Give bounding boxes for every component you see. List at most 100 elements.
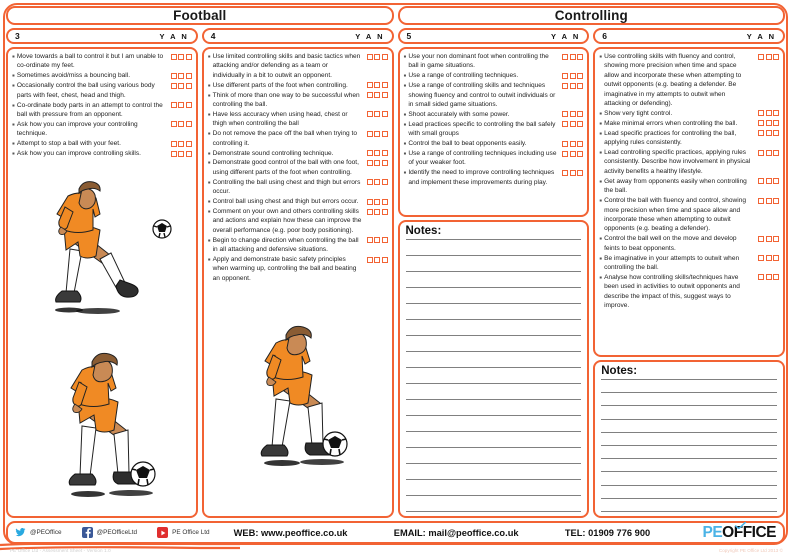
rating-checkboxes[interactable] xyxy=(364,197,388,205)
checkbox-y[interactable] xyxy=(562,111,569,118)
checkbox-y[interactable] xyxy=(366,198,373,205)
rating-checkboxes[interactable] xyxy=(364,81,388,89)
rating-checkboxes[interactable] xyxy=(559,71,584,79)
checkbox-a[interactable] xyxy=(374,208,380,215)
checkbox-n[interactable] xyxy=(773,53,779,60)
rating-checkboxes[interactable] xyxy=(755,254,779,262)
notes-line[interactable] xyxy=(601,444,777,446)
notes-line[interactable] xyxy=(405,511,582,512)
checkbox-n[interactable] xyxy=(381,111,388,118)
checkbox-y[interactable] xyxy=(366,150,373,157)
checkbox-y[interactable] xyxy=(366,53,373,60)
checkbox-a[interactable] xyxy=(569,140,576,147)
notes-lines-6[interactable] xyxy=(601,379,777,512)
rating-checkboxes[interactable] xyxy=(559,120,584,128)
rating-checkboxes[interactable] xyxy=(755,52,779,60)
notes-line[interactable] xyxy=(405,335,582,336)
rating-checkboxes[interactable] xyxy=(364,91,388,99)
social-youtube[interactable]: PE Office Ltd xyxy=(157,527,210,538)
notes-line[interactable] xyxy=(601,497,777,499)
checkbox-n[interactable] xyxy=(381,130,388,137)
checkbox-y[interactable] xyxy=(366,237,373,244)
checkbox-n[interactable] xyxy=(773,149,779,156)
notes-line[interactable] xyxy=(405,319,582,320)
checkbox-n[interactable] xyxy=(577,121,584,128)
checkbox-n[interactable] xyxy=(381,159,388,166)
checkbox-a[interactable] xyxy=(374,256,380,263)
checkbox-y[interactable] xyxy=(170,82,177,89)
checkbox-a[interactable] xyxy=(374,92,380,99)
checkbox-a[interactable] xyxy=(178,150,185,157)
checkbox-y[interactable] xyxy=(758,110,764,117)
notes-line[interactable] xyxy=(405,495,582,496)
checkbox-y[interactable] xyxy=(758,178,764,185)
notes-box-level-6[interactable]: Notes: xyxy=(593,360,785,518)
checkbox-n[interactable] xyxy=(773,235,779,242)
notes-line[interactable] xyxy=(405,351,582,352)
checkbox-n[interactable] xyxy=(773,178,779,185)
checkbox-y[interactable] xyxy=(562,150,569,157)
checkbox-a[interactable] xyxy=(374,237,380,244)
checkbox-y[interactable] xyxy=(366,179,373,186)
checkbox-n[interactable] xyxy=(381,82,388,89)
twitter-handle[interactable]: @PEOffice xyxy=(30,529,62,536)
notes-line[interactable] xyxy=(405,255,582,256)
rating-checkboxes[interactable] xyxy=(364,129,388,137)
notes-line[interactable] xyxy=(405,463,582,464)
checkbox-a[interactable] xyxy=(178,121,185,128)
rating-checkboxes[interactable] xyxy=(559,110,584,118)
checkbox-a[interactable] xyxy=(765,235,772,242)
notes-line[interactable] xyxy=(405,415,582,416)
notes-line[interactable] xyxy=(405,447,582,448)
checkbox-n[interactable] xyxy=(381,237,388,244)
checkbox-y[interactable] xyxy=(170,140,177,147)
rating-checkboxes[interactable] xyxy=(559,81,584,89)
checkbox-y[interactable] xyxy=(366,92,373,99)
checkbox-y[interactable] xyxy=(366,159,373,166)
checkbox-a[interactable] xyxy=(178,140,185,147)
notes-box-level-5[interactable]: Notes: xyxy=(397,220,590,518)
checkbox-a[interactable] xyxy=(569,82,576,89)
rating-checkboxes[interactable] xyxy=(755,148,779,156)
checkbox-a[interactable] xyxy=(374,150,380,157)
notes-line[interactable] xyxy=(601,458,777,460)
checkbox-n[interactable] xyxy=(773,120,779,127)
checkbox-n[interactable] xyxy=(773,197,779,204)
rating-checkboxes[interactable] xyxy=(364,52,388,60)
notes-line[interactable] xyxy=(601,379,777,380)
checkbox-n[interactable] xyxy=(577,111,584,118)
checkbox-n[interactable] xyxy=(577,53,584,60)
checkbox-a[interactable] xyxy=(374,159,380,166)
checkbox-a[interactable] xyxy=(765,120,772,127)
checkbox-y[interactable] xyxy=(562,169,569,176)
rating-checkboxes[interactable] xyxy=(168,71,192,79)
checkbox-n[interactable] xyxy=(577,140,584,147)
facebook-handle[interactable]: @PEOfficeLtd xyxy=(97,529,137,536)
checkbox-y[interactable] xyxy=(170,53,177,60)
checkbox-n[interactable] xyxy=(773,255,779,262)
checkbox-n[interactable] xyxy=(577,169,584,176)
checkbox-y[interactable] xyxy=(758,197,764,204)
checkbox-y[interactable] xyxy=(366,130,373,137)
rating-checkboxes[interactable] xyxy=(364,255,388,263)
checkbox-y[interactable] xyxy=(758,255,764,262)
checkbox-y[interactable] xyxy=(562,53,569,60)
facebook-icon[interactable] xyxy=(81,527,93,538)
checkbox-a[interactable] xyxy=(374,179,380,186)
checkbox-y[interactable] xyxy=(758,130,764,137)
checkbox-n[interactable] xyxy=(381,53,388,60)
rating-checkboxes[interactable] xyxy=(755,129,779,137)
notes-line[interactable] xyxy=(405,303,582,304)
email-text[interactable]: EMAIL: mail@peoffice.co.uk xyxy=(394,528,519,538)
rating-checkboxes[interactable] xyxy=(364,236,388,244)
rating-checkboxes[interactable] xyxy=(755,109,779,117)
checkbox-a[interactable] xyxy=(765,255,772,262)
checkbox-a[interactable] xyxy=(569,111,576,118)
checkbox-y[interactable] xyxy=(366,82,373,89)
checkbox-y[interactable] xyxy=(758,53,764,60)
checkbox-y[interactable] xyxy=(758,274,764,281)
notes-line[interactable] xyxy=(601,510,777,512)
notes-line[interactable] xyxy=(405,271,582,272)
checkbox-n[interactable] xyxy=(185,72,192,79)
checkbox-a[interactable] xyxy=(178,82,185,89)
